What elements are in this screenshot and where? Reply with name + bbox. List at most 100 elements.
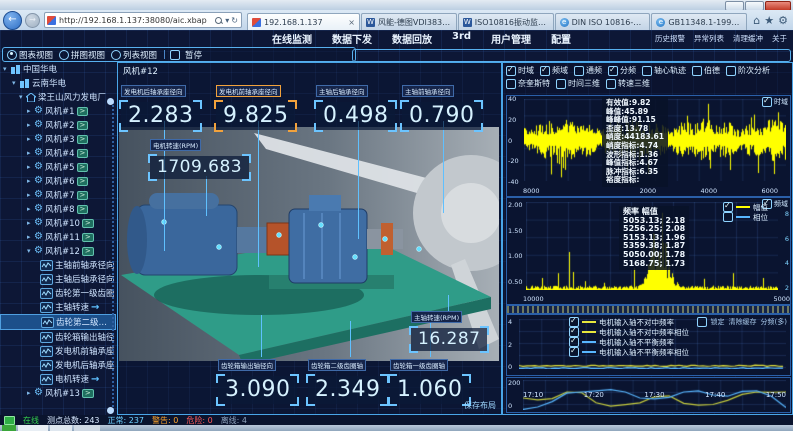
expander-icon[interactable]: ▸ — [27, 219, 34, 227]
turbine-open-button[interactable]: > — [77, 177, 89, 186]
menu-right-link[interactable]: 异常列表 — [694, 33, 724, 44]
analysis-tab-checkbox[interactable]: 分频 — [608, 65, 639, 76]
tree-node-plant[interactable]: ▾ 梁王山风力发电厂 — [0, 90, 116, 104]
pause-checkbox[interactable] — [170, 50, 180, 60]
scrollbar-thumb-bottom[interactable] — [107, 407, 114, 414]
callout-main-front-bearing[interactable]: 主轴前轴承径向 0.790 — [402, 83, 481, 130]
turbine-open-button[interactable]: > — [82, 219, 94, 228]
scrollbar-thumb-top[interactable] — [107, 98, 114, 105]
view-radio-option[interactable]: 拼图视图 — [59, 49, 107, 61]
clear-cache-link[interactable]: 清除缓存 — [729, 317, 757, 327]
tree-node-turbine[interactable]: ▸ ⚙ 风机#6 > — [0, 174, 116, 188]
expander-icon[interactable]: ▾ — [19, 93, 26, 101]
save-layout-button[interactable]: 保存布局 — [464, 400, 496, 411]
turbine-open-button[interactable]: > — [82, 233, 94, 242]
callout-gearbox-output[interactable]: 齿轮箱输出轴径向 3.090 — [218, 357, 297, 404]
tree-node-turbine-expanded[interactable]: ▾ ⚙ 风机#12 > — [0, 244, 116, 258]
tree-node-measure-point[interactable]: 主轴转速 → — [0, 300, 116, 314]
analysis-tab-checkbox[interactable]: 时域 — [506, 65, 537, 76]
expander-icon[interactable]: ▸ — [27, 177, 34, 185]
browser-tab[interactable]: DIN ISO 10816-1-1997 机.. — [555, 13, 651, 30]
expander-icon[interactable]: ▾ — [27, 247, 34, 255]
tree-node-turbine[interactable]: ▸ ⚙ 风机#13 > — [0, 386, 116, 400]
tree-node-measure-point[interactable]: 齿轮箱输出轴径 → — [0, 330, 116, 344]
home-icon[interactable]: ⌂ — [753, 14, 760, 27]
trend-chart[interactable]: 2000 17:1017:2017:3017:4017:50 — [506, 377, 791, 413]
menu-right-link[interactable]: 清理缓冲 — [733, 33, 763, 44]
expander-icon[interactable]: ▸ — [27, 107, 34, 115]
menu-item[interactable]: 数据下发 — [332, 31, 372, 46]
menu-right-link[interactable]: 历史报警 — [655, 33, 685, 44]
menu-item[interactable]: 3rd — [452, 31, 471, 46]
tree-node-measure-point[interactable]: 齿轮第一级齿圈 → — [0, 286, 116, 300]
analysis-tab-checkbox[interactable]: 奈奎斯特 — [506, 78, 553, 89]
tree-node-turbine[interactable]: ▸ ⚙ 风机#7 > — [0, 188, 116, 202]
tree-node-measure-point[interactable]: 发电机后轴承座 → — [0, 358, 116, 372]
analysis-tab-checkbox[interactable]: 阶次分析 — [726, 65, 773, 76]
legend-item[interactable]: 电机输入轴不对中频率相位 — [569, 327, 689, 337]
turbine-open-button[interactable]: > — [77, 163, 89, 172]
legend-item[interactable]: 电机输入轴不对中频率 — [569, 317, 689, 327]
menu-item[interactable]: 用户管理 — [491, 31, 531, 46]
turbine-open-button[interactable]: > — [77, 135, 89, 144]
menu-item[interactable]: 数据回放 — [392, 31, 432, 46]
expander-icon[interactable]: ▸ — [27, 163, 34, 171]
tree-node-region[interactable]: ▾ 云南华电 — [0, 76, 116, 90]
search-icon[interactable] — [215, 17, 222, 24]
tools-gear-icon[interactable]: ⚙ — [778, 14, 788, 27]
callout-motor-rpm[interactable]: 电机转速(RPM) 1709.683 — [150, 137, 249, 179]
tree-node-turbine[interactable]: ▸ ⚙ 风机#2 > — [0, 118, 116, 132]
menu-item[interactable]: 配置 — [551, 31, 571, 46]
expander-icon[interactable]: ▸ — [27, 191, 34, 199]
callout-gear-stage1[interactable]: 齿轮箱一级齿圈轴 1.060 — [390, 357, 469, 404]
tree-node-measure-point[interactable]: 主轴前轴承径向 → — [0, 258, 116, 272]
tab-close-icon[interactable]: × — [345, 18, 355, 27]
view-radio-option[interactable]: 图表视图 — [7, 49, 55, 61]
address-url[interactable]: http://192.168.1.137:38080/aic.xbap — [59, 16, 213, 25]
expander-icon[interactable]: ▸ — [27, 135, 34, 143]
legend-item[interactable]: 电机输入轴不平衡频率 — [569, 337, 689, 347]
analysis-tab-checkbox[interactable]: 频域 — [540, 65, 571, 76]
time-domain-chart[interactable]: 40200-20-40 2000400060008000 时域 有效值:9.82… — [506, 95, 791, 197]
browser-tab[interactable]: ISO10816振动监测评估标.. — [458, 13, 554, 30]
turbine-open-button[interactable]: > — [82, 389, 94, 398]
browser-tab[interactable]: GB11348.1-1999 (ISO79.. — [651, 13, 747, 30]
taskbar-app-icon[interactable] — [74, 425, 100, 431]
view-radio-option[interactable]: 列表视图 — [111, 49, 159, 61]
menu-item[interactable]: 在线监测 — [272, 31, 312, 46]
legend-item[interactable]: 相位 — [723, 212, 768, 222]
turbine-open-button[interactable]: > — [82, 247, 94, 256]
tree-node-turbine[interactable]: ▸ ⚙ 风机#10 > — [0, 216, 116, 230]
tree-node-turbine[interactable]: ▸ ⚙ 风机#1 > — [0, 104, 116, 118]
tree-node-company[interactable]: ▾ 中国华电 — [0, 62, 116, 76]
legend-item[interactable]: 电机输入轴不平衡频率相位 — [569, 347, 689, 357]
split-multi-link[interactable]: 分频(多) — [761, 317, 787, 327]
legend-item[interactable]: 幅值 — [723, 202, 768, 212]
turbine-open-button[interactable]: > — [77, 191, 89, 200]
callout-gen-front-bearing[interactable]: 发电机前轴承座径向 9.825 — [216, 83, 295, 130]
refresh-icon[interactable]: ↻ — [231, 16, 238, 25]
forward-button[interactable]: → — [25, 13, 40, 28]
tree-node-turbine[interactable]: ▸ ⚙ 风机#3 > — [0, 132, 116, 146]
browser-tab[interactable]: 192.168.1.137 × — [247, 13, 360, 30]
turbine-open-button[interactable]: > — [77, 149, 89, 158]
tree-node-turbine[interactable]: ▸ ⚙ 风机#5 > — [0, 160, 116, 174]
favorites-star-icon[interactable]: ★ — [764, 14, 774, 27]
lock-checkbox[interactable] — [697, 317, 707, 327]
expander-icon[interactable]: ▸ — [27, 149, 34, 157]
tree-node-measure-point[interactable]: 发电机前轴承座 → — [0, 344, 116, 358]
analysis-tab-checkbox[interactable]: 伯德 — [692, 65, 723, 76]
tree-node-turbine[interactable]: ▸ ⚙ 风机#4 > — [0, 146, 116, 160]
tree-node-measure-point[interactable]: 齿轮第二级齿圈 → — [0, 314, 116, 330]
expander-icon[interactable]: ▾ — [12, 79, 19, 87]
turbine-open-button[interactable]: > — [77, 205, 89, 214]
spectrum-chart[interactable]: 2.001.501.000.50 8642 500010000 频域 幅值 — [506, 197, 791, 305]
expander-icon[interactable]: ▾ — [3, 65, 10, 73]
taskbar-app-icon[interactable] — [18, 425, 48, 431]
analysis-tab-checkbox[interactable]: 时间三维 — [556, 78, 603, 89]
back-button[interactable]: ← — [3, 11, 22, 30]
analysis-tab-checkbox[interactable]: 转速三维 — [606, 78, 653, 89]
callout-gear-stage2[interactable]: 齿轮箱二级齿圈轴 2.349 — [308, 357, 387, 404]
windows-taskbar[interactable] — [0, 425, 793, 431]
browser-tab[interactable]: 风能-德图VDI3834+国内标.. — [361, 13, 457, 30]
